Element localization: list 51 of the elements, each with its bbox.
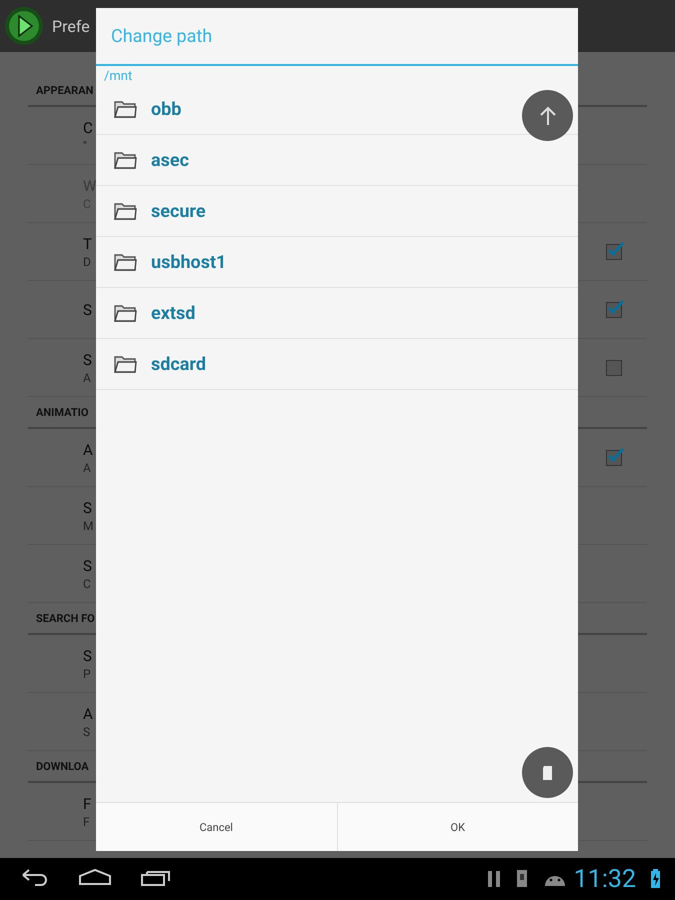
- folder-icon: [113, 100, 137, 118]
- folder-item[interactable]: extsd: [96, 288, 578, 339]
- setting-title: S: [83, 556, 92, 574]
- clock-time: 11:32: [574, 864, 636, 894]
- setting-summary: ": [83, 138, 87, 152]
- checkbox[interactable]: [606, 360, 622, 376]
- setting-summary: F: [83, 814, 90, 828]
- folder-icon: [113, 151, 137, 169]
- folder-icon: [113, 253, 137, 271]
- sd-card-icon: [516, 869, 528, 889]
- setting-title: A: [83, 440, 93, 458]
- up-button[interactable]: [522, 90, 573, 141]
- setting-title: A: [83, 704, 93, 722]
- checkbox[interactable]: [606, 244, 622, 260]
- setting-summary: A: [83, 460, 91, 474]
- folder-icon: [113, 202, 137, 220]
- setting-title: T: [83, 234, 92, 252]
- folder-icon: [113, 304, 137, 322]
- sd-card-icon: [542, 764, 554, 780]
- setting-summary: S: [83, 724, 90, 738]
- setting-summary: C: [83, 576, 91, 590]
- play-logo-icon: [2, 4, 46, 48]
- folder-item[interactable]: usbhost1: [96, 237, 578, 288]
- setting-summary: P: [83, 666, 91, 680]
- setting-title: C: [83, 118, 93, 136]
- folder-item[interactable]: sdcard: [96, 339, 578, 390]
- setting-title: S: [83, 350, 92, 368]
- checkbox[interactable]: [606, 302, 622, 318]
- folder-icon: [113, 355, 137, 373]
- setting-summary: A: [83, 370, 91, 384]
- section-header: ANIMATIO: [36, 406, 88, 418]
- setting-title: S: [83, 300, 92, 318]
- current-path: /mnt: [103, 68, 132, 84]
- folder-item[interactable]: secure: [96, 186, 578, 237]
- dialog-button[interactable]: Cancel: [96, 803, 336, 851]
- section-header: APPEARAN: [36, 84, 94, 96]
- setting-title: F: [83, 794, 92, 812]
- dialog-button[interactable]: OK: [336, 803, 578, 851]
- dialog-title: Change path: [111, 26, 212, 46]
- setting-summary: M: [83, 518, 94, 532]
- battery-charging-icon: [650, 869, 661, 889]
- pause-icon: [488, 871, 500, 887]
- setting-title: S: [83, 498, 92, 516]
- setting-title: S: [83, 646, 92, 664]
- section-header: SEARCH FO: [36, 612, 95, 624]
- setting-summary: D: [83, 254, 91, 268]
- checkbox[interactable]: [606, 450, 622, 466]
- sd-card-button[interactable]: [522, 747, 573, 798]
- section-header: DOWNLOA: [36, 760, 89, 772]
- screen-title: Prefe: [52, 16, 90, 36]
- up-arrow-icon: [538, 106, 556, 126]
